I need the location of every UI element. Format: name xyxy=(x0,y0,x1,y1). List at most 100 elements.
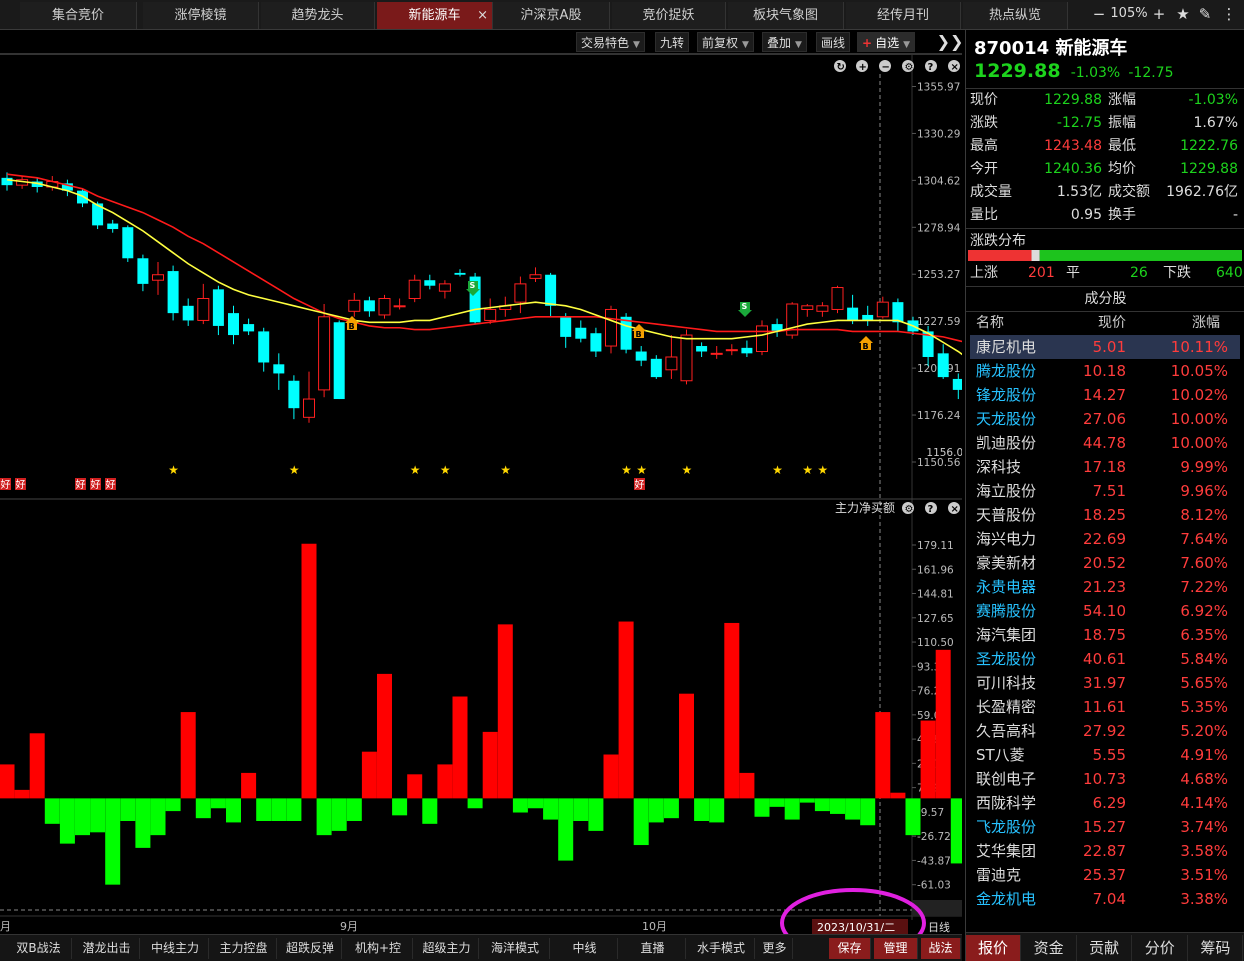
reset-icon[interactable]: ↻ xyxy=(834,60,846,73)
close-icon[interactable]: × xyxy=(948,502,960,515)
good-badge: 好 xyxy=(15,478,26,491)
stock-row[interactable]: 永贵电器 21.23 7.22% xyxy=(970,575,1240,599)
net-buy-bar xyxy=(663,798,679,819)
kline-chart[interactable]: 1355.97 1330.29 1304.62 1278.94 1253.27 1227.… xyxy=(0,54,962,934)
zoom-plus-icon[interactable]: + xyxy=(1150,4,1168,24)
tab-0[interactable]: 集合竞价 xyxy=(20,2,137,29)
strategy-tab[interactable]: 主力控盘 xyxy=(211,938,277,959)
collapse-panel-icon[interactable]: ❯❯ xyxy=(936,30,964,54)
strategy-tab[interactable]: 海洋模式 xyxy=(481,938,550,959)
stock-price: 14.27 xyxy=(1083,386,1126,404)
stock-row[interactable]: 天龙股份 27.06 10.00% xyxy=(970,407,1240,431)
tab-3[interactable]: 新能源车 × xyxy=(377,2,493,29)
stock-row[interactable]: 凯迪股份 44.78 10.00% xyxy=(970,431,1240,455)
strategy-tab[interactable]: 超跌反弹 xyxy=(279,938,342,959)
candle xyxy=(107,219,119,233)
stock-row[interactable]: 雷迪克 25.37 3.51% xyxy=(970,863,1240,887)
tab-1[interactable]: 涨停棱镜 xyxy=(143,2,259,29)
stock-row[interactable]: 豪美新材 20.52 7.60% xyxy=(970,551,1240,575)
stock-pct: 6.92% xyxy=(1180,602,1228,620)
stock-row[interactable]: 艾华集团 22.87 3.58% xyxy=(970,839,1240,863)
zoom-out-icon[interactable]: − xyxy=(879,60,891,73)
strategy-tab[interactable]: 更多 xyxy=(757,938,793,959)
help-icon[interactable]: ? xyxy=(925,502,937,515)
stock-row[interactable]: 久吾高科 27.92 5.20% xyxy=(970,719,1240,743)
stock-row[interactable]: 可川科技 31.97 5.65% xyxy=(970,671,1240,695)
distribution-bar xyxy=(968,250,1242,261)
strategy-tab[interactable]: 中线 xyxy=(552,938,618,959)
stock-row[interactable]: 腾龙股份 10.18 10.05% xyxy=(970,359,1240,383)
toolbar-adjust[interactable]: 前复权 ▼ xyxy=(697,32,754,52)
right-tab-2[interactable]: 贡献 xyxy=(1077,935,1133,961)
toolbar-draw-line[interactable]: 画线 xyxy=(816,32,851,52)
strategy-tab[interactable]: 中线主力 xyxy=(142,938,209,959)
strategy-button[interactable]: 战法 xyxy=(921,938,961,959)
tab-5[interactable]: 竞价捉妖 xyxy=(612,2,726,29)
candle-body xyxy=(333,322,345,400)
stock-row[interactable]: 西陇科学 6.29 4.14% xyxy=(970,791,1240,815)
toolbar-nine-turn[interactable]: 九转 xyxy=(655,32,690,52)
stock-row[interactable]: 赛腾股份 54.10 6.92% xyxy=(970,599,1240,623)
stock-row[interactable]: 圣龙股份 40.61 5.84% xyxy=(970,647,1240,671)
stock-row[interactable]: 海兴电力 22.69 7.64% xyxy=(970,527,1240,551)
strategy-tab[interactable]: 超级主力 xyxy=(415,938,479,959)
more-icon[interactable]: ⋮ xyxy=(1220,4,1238,24)
close-icon[interactable]: × xyxy=(477,2,488,29)
quote-row: 现价 1229.88 涨幅 -1.03% xyxy=(970,89,1242,112)
manage-button[interactable]: 管理 xyxy=(874,938,918,959)
strategy-tab[interactable]: 水手模式 xyxy=(688,938,755,959)
stock-row[interactable]: 联创电子 10.73 4.68% xyxy=(970,767,1240,791)
right-tab-4[interactable]: 筹码 xyxy=(1188,935,1244,961)
tab-4[interactable]: 沪深京A股 xyxy=(493,2,610,29)
header-price[interactable]: 现价 xyxy=(1098,312,1126,334)
stock-row[interactable]: 海立股份 7.51 9.96% xyxy=(970,479,1240,503)
zoom-minus-icon[interactable]: − xyxy=(1090,4,1108,24)
strategy-tab[interactable]: 直播 xyxy=(620,938,686,959)
close-icon[interactable]: × xyxy=(948,60,960,73)
strategy-tab[interactable]: 机构+控盘... xyxy=(344,938,413,959)
stock-row[interactable]: 海汽集团 18.75 6.35% xyxy=(970,623,1240,647)
star-icon[interactable]: ★ xyxy=(1174,4,1192,24)
right-tab-0[interactable]: 报价 xyxy=(966,935,1021,961)
right-tab-3[interactable]: 分价 xyxy=(1133,935,1188,961)
save-button[interactable]: 保存 xyxy=(829,938,871,959)
stock-row[interactable]: 康尼机电 5.01 10.11% xyxy=(970,335,1240,359)
candle-body xyxy=(122,227,134,259)
stock-row[interactable]: 飞龙股份 15.27 3.74% xyxy=(970,815,1240,839)
header-name[interactable]: 名称 xyxy=(976,312,1004,334)
tab-8[interactable]: 热点纵览 xyxy=(963,2,1068,29)
pen-icon[interactable]: ✎ xyxy=(1196,4,1214,24)
stock-row[interactable]: 长盈精密 11.61 5.35% xyxy=(970,695,1240,719)
zoom-in-icon[interactable]: + xyxy=(856,60,868,73)
period-label[interactable]: 日线 xyxy=(928,920,950,934)
stock-row[interactable]: 金龙机电 7.04 3.38% xyxy=(970,887,1240,911)
right-tab-1[interactable]: 资金 xyxy=(1022,935,1077,961)
strategy-tab[interactable]: 双B战法 xyxy=(6,938,72,959)
distribution-down-segment xyxy=(1039,250,1242,261)
stock-row[interactable]: 锋龙股份 14.27 10.02% xyxy=(970,383,1240,407)
buy-signal-icon: B xyxy=(632,324,646,339)
tab-6[interactable]: 板块气象图 xyxy=(728,2,844,29)
strategy-tab[interactable]: 潜龙出击 xyxy=(74,938,140,959)
candle-body xyxy=(680,334,693,382)
toolbar-trade-feature[interactable]: 交易特色 ▼ xyxy=(576,32,645,52)
settings-icon[interactable]: ⚙ xyxy=(902,60,914,73)
stock-row[interactable]: 天普股份 18.25 8.12% xyxy=(970,503,1240,527)
toolbar-watchlist[interactable]: + 自选 ▼ xyxy=(857,32,915,52)
candle xyxy=(892,298,904,332)
good-badge: 好 xyxy=(75,478,86,491)
settings-icon[interactable]: ⚙ xyxy=(902,502,914,515)
zoom-level[interactable]: 105% xyxy=(1110,4,1148,24)
price-tick-label: 1330.29 xyxy=(917,128,960,140)
stock-row[interactable]: ST八菱 5.55 4.91% xyxy=(970,743,1240,767)
net-buy-bar xyxy=(44,798,60,824)
tab-2[interactable]: 趋势龙头 xyxy=(261,2,375,29)
stock-row[interactable]: 深科技 17.18 9.99% xyxy=(970,455,1240,479)
quote-value: 1229.88 xyxy=(1044,92,1102,108)
toolbar-overlay[interactable]: 叠加 ▼ xyxy=(762,32,807,52)
candle xyxy=(575,320,587,343)
help-icon[interactable]: ? xyxy=(925,60,937,73)
tab-7[interactable]: 经传月刊 xyxy=(846,2,961,29)
header-pct[interactable]: 涨幅 xyxy=(1192,312,1220,334)
stock-pct: 10.11% xyxy=(1170,338,1228,356)
